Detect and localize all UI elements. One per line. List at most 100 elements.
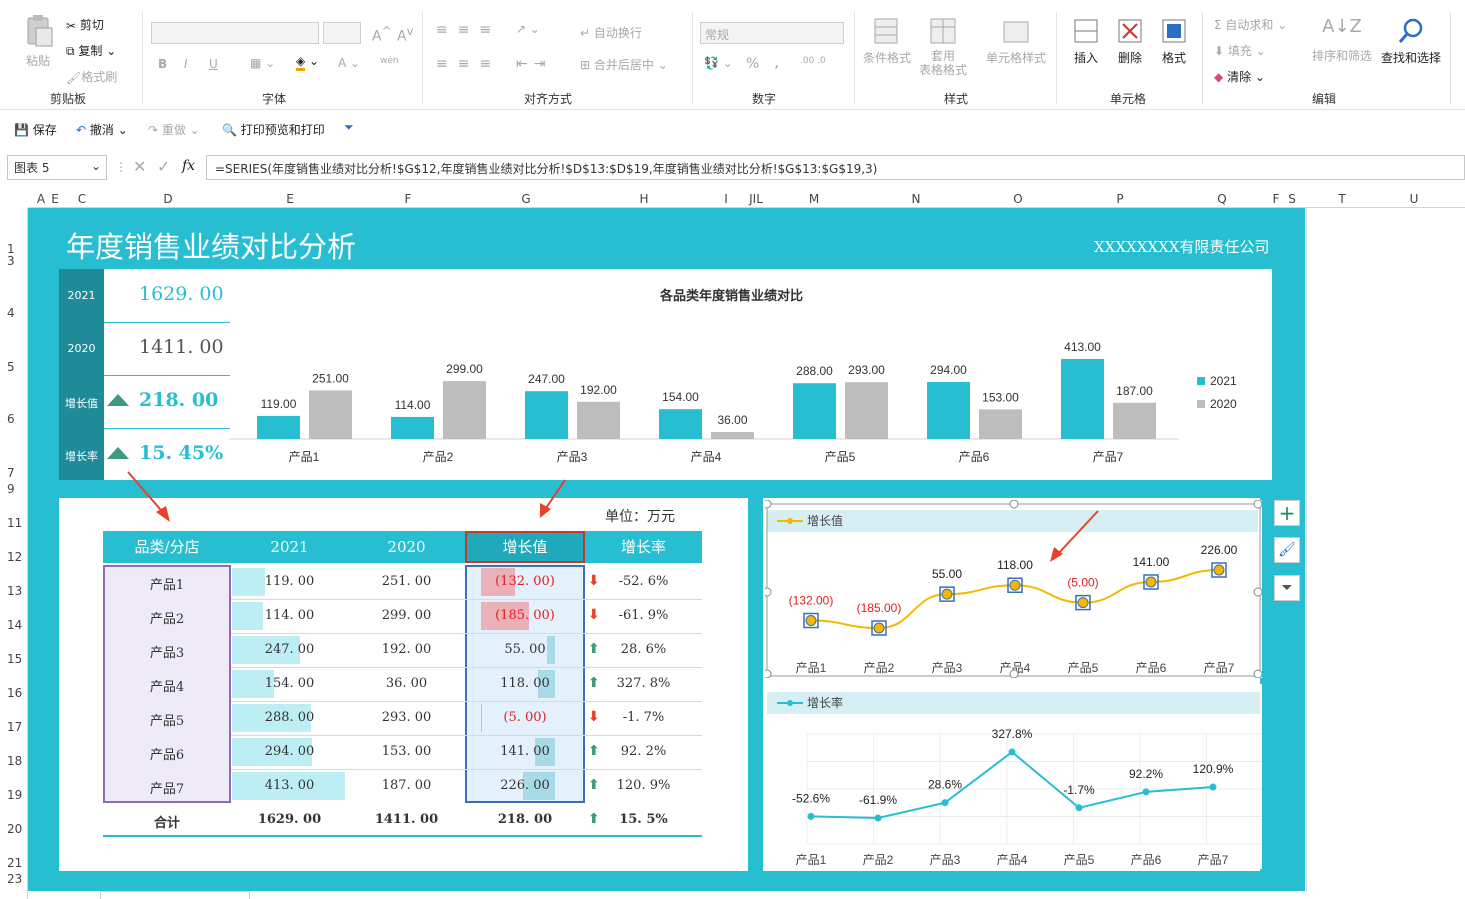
row-header[interactable]: 3 xyxy=(7,254,15,268)
row-header[interactable]: 21 xyxy=(7,856,22,870)
cancel-icon[interactable]: ✕ xyxy=(133,157,146,176)
column-header[interactable]: E xyxy=(286,192,294,206)
column-header[interactable]: I xyxy=(724,192,728,206)
format-button[interactable]: 格式 xyxy=(1156,16,1192,66)
row-header[interactable]: 12 xyxy=(7,550,22,564)
decrease-font-icon[interactable]: Av xyxy=(397,24,413,45)
column-header[interactable]: F xyxy=(1273,192,1280,206)
column-header[interactable]: S xyxy=(1288,192,1296,206)
magnifier-icon xyxy=(1398,18,1423,43)
save-button[interactable]: 💾 保存 xyxy=(14,121,57,138)
sheet-tab[interactable] xyxy=(100,891,250,899)
chart-elements-button[interactable]: + xyxy=(1274,500,1300,526)
sort-filter-button[interactable]: A↓Z 排序和筛选 xyxy=(1310,16,1374,64)
paste-button[interactable]: 粘贴 xyxy=(22,14,56,74)
copy-button[interactable]: ⧉ 复制 ⌄ xyxy=(66,42,116,59)
column-header[interactable]: Q xyxy=(1217,192,1226,206)
column-header[interactable]: E xyxy=(51,192,59,206)
column-header[interactable]: M xyxy=(809,192,819,206)
editing-group-label: 编辑 xyxy=(1312,92,1337,106)
row-header[interactable]: 23 xyxy=(7,872,22,886)
decimal-icons[interactable]: .00 .0 xyxy=(800,56,826,66)
column-header[interactable]: T xyxy=(1338,192,1345,206)
autosum-button[interactable]: Σ 自动求和 ⌄ xyxy=(1214,16,1287,33)
column-header[interactable]: D xyxy=(163,192,172,206)
comma-button[interactable]: , xyxy=(774,52,779,71)
table-format-label-1: 套用 xyxy=(930,49,955,63)
copy-icon: ⧉ xyxy=(66,44,75,58)
row-header[interactable]: 9 xyxy=(7,482,15,496)
column-header[interactable]: A xyxy=(37,192,45,206)
italic-button[interactable]: I xyxy=(184,57,188,71)
delete-button[interactable]: 删除 xyxy=(1112,16,1148,66)
insert-function-icon[interactable]: fx xyxy=(182,158,195,174)
formula-input[interactable]: =SERIES(年度销售业绩对比分析!$G$12,年度销售业绩对比分析!$D$1… xyxy=(206,155,1465,180)
undo-button[interactable]: ↶ 撤消 ⌄ xyxy=(76,121,128,138)
row-header[interactable]: 11 xyxy=(7,516,22,530)
currency-icon[interactable]: 💱 ⌄ xyxy=(704,56,733,70)
conditional-format-button[interactable]: 条件格式 xyxy=(862,16,912,66)
bold-button[interactable]: B xyxy=(158,57,167,71)
percent-button[interactable]: % xyxy=(746,56,759,72)
font-size-select[interactable] xyxy=(323,22,361,44)
column-header[interactable]: F xyxy=(405,192,412,206)
chart-styles-button[interactable]: 🖌 xyxy=(1274,537,1300,563)
column-header[interactable]: O xyxy=(1013,192,1022,206)
format-painter-button[interactable]: 🖌格式刷 xyxy=(66,68,117,85)
row-header[interactable]: 4 xyxy=(7,306,15,320)
print-preview-button[interactable]: 🔍 打印预览和打印 xyxy=(222,121,325,138)
vertical-align-icons[interactable]: ≡≡≡ xyxy=(436,22,501,38)
orientation-icon[interactable]: ↗ ⌄ xyxy=(516,22,540,36)
separator xyxy=(1202,12,1203,104)
indent-icons[interactable]: ⇤⇥ xyxy=(516,56,551,72)
cell-styles-button[interactable]: 单元格样式 xyxy=(984,16,1048,66)
font-name-select[interactable] xyxy=(151,22,319,44)
column-header[interactable]: N xyxy=(912,192,921,206)
wrap-text-button[interactable]: ↵ 自动换行 xyxy=(580,24,642,41)
column-header[interactable]: C xyxy=(78,192,86,206)
cut-label: 剪切 xyxy=(79,18,104,32)
font-color-icon[interactable]: A ⌄ xyxy=(338,56,360,70)
row-header[interactable]: 17 xyxy=(7,720,22,734)
format-as-table-button[interactable]: 套用 表格格式 xyxy=(918,16,968,77)
merge-center-button[interactable]: ⊞ 合并后居中 ⌄ xyxy=(580,56,668,73)
row-header[interactable]: 7 xyxy=(7,466,15,480)
row-header[interactable]: 20 xyxy=(7,822,22,836)
fill-button[interactable]: ⬇ 填充 ⌄ xyxy=(1214,42,1266,59)
number-format-select[interactable]: 常规 xyxy=(700,22,844,44)
chart-filters-button[interactable]: ⏷ xyxy=(1274,575,1300,601)
row-header[interactable]: 16 xyxy=(7,686,22,700)
increase-font-icon[interactable]: A^ xyxy=(372,24,391,45)
row-header[interactable]: 5 xyxy=(7,360,15,374)
clear-button[interactable]: ◆ 清除 ⌄ xyxy=(1214,68,1265,85)
column-header[interactable]: U xyxy=(1410,192,1419,206)
name-box[interactable]: 图表 5 ⌄ xyxy=(7,155,107,180)
redo-button[interactable]: ↷ 重做 ⌄ xyxy=(148,121,200,138)
ribbon: 粘贴 ✂ 剪切 ⧉ 复制 ⌄ 🖌格式刷 剪贴板 A^ Av B I U ▦ ⌄ … xyxy=(0,0,1465,110)
row-header[interactable]: 19 xyxy=(7,788,22,802)
plus-icon: + xyxy=(1278,501,1296,525)
insert-button[interactable]: 插入 xyxy=(1068,16,1104,66)
fill-color-icon[interactable]: ◈ ⌄ xyxy=(296,54,319,71)
row-header[interactable]: 13 xyxy=(7,584,22,598)
customize-qat-icon[interactable]: ⏷ xyxy=(344,120,354,135)
empty-cells-area: + 🖌 ⏷ xyxy=(1274,208,1465,891)
confirm-icon[interactable]: ✓ xyxy=(157,157,170,176)
formula-bar: 图表 5 ⌄ ⋮ ✕ ✓ fx =SERIES(年度销售业绩对比分析!$G$12… xyxy=(0,152,1465,182)
row-header[interactable]: 14 xyxy=(7,618,22,632)
horizontal-align-icons[interactable]: ≡≡≡ xyxy=(436,56,501,72)
underline-button[interactable]: U xyxy=(209,57,218,71)
row-headers: 1 3 4 5 6 7 9 11 12 13 14 15 16 17 18 19 20 21 23 xyxy=(0,208,28,899)
row-header[interactable]: 18 xyxy=(7,754,22,768)
row-header[interactable]: 6 xyxy=(7,412,15,426)
pinyin-button[interactable]: wén xyxy=(380,56,399,66)
find-select-button[interactable]: 查找和选择 xyxy=(1378,16,1444,66)
column-header[interactable]: P xyxy=(1116,192,1123,206)
border-icon[interactable]: ▦ ⌄ xyxy=(250,56,275,70)
row-header[interactable]: 15 xyxy=(7,652,22,666)
quick-access-toolbar: 💾 保存 ↶ 撤消 ⌄ ↷ 重做 ⌄ 🔍 打印预览和打印 ⏷ xyxy=(0,114,1465,144)
column-header[interactable]: JIL xyxy=(749,192,763,206)
cut-button[interactable]: ✂ 剪切 xyxy=(66,16,104,33)
column-header[interactable]: G xyxy=(521,192,530,206)
column-header[interactable]: H xyxy=(639,192,648,206)
